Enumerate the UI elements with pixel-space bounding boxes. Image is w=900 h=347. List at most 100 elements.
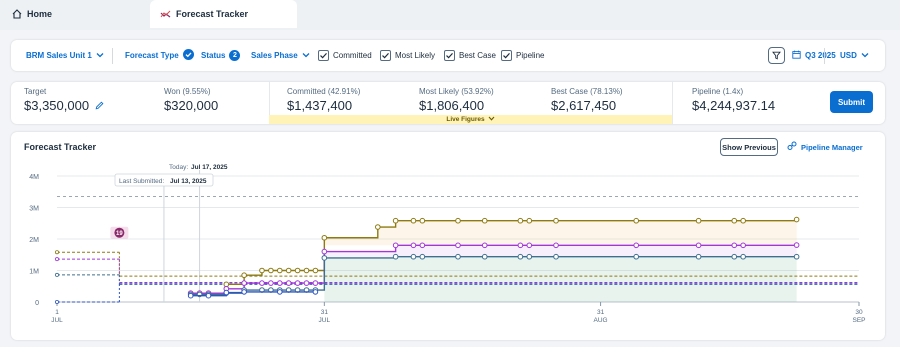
pipeline-metric: Pipeline (1.4x) $4,244,937.14 xyxy=(692,87,775,113)
best-case-checkbox-label: Best Case xyxy=(459,51,496,60)
data-point xyxy=(553,217,559,224)
data-point xyxy=(268,280,274,286)
currency-label: USD xyxy=(840,51,857,60)
x-tick-day: 31 xyxy=(321,309,329,316)
link-chain-icon xyxy=(787,141,797,153)
tab-home[interactable]: Home xyxy=(12,0,52,28)
status-filter[interactable]: Status 2 xyxy=(201,40,241,71)
data-point xyxy=(392,242,399,249)
tab-forecast-tracker[interactable]: Forecast Tracker xyxy=(150,0,297,28)
data-point xyxy=(740,242,746,249)
calendar-icon xyxy=(792,50,801,61)
submit-button[interactable]: Submit xyxy=(830,91,873,113)
y-tick-label: 4M xyxy=(29,174,39,181)
most-likely-value: $1,806,400 xyxy=(419,98,485,113)
edit-pencil-icon[interactable] xyxy=(95,98,104,113)
data-point xyxy=(481,217,488,224)
data-point xyxy=(419,253,426,260)
live-figures-toggle[interactable]: Live Figures xyxy=(269,115,672,124)
most-likely-checkbox[interactable]: Most Likely xyxy=(380,40,435,71)
checkbox-checked-icon xyxy=(444,50,455,61)
data-point xyxy=(731,217,738,224)
pipeline-manager-link[interactable]: Pipeline Manager xyxy=(787,138,863,156)
last-submitted-label: Last Submitted: xyxy=(119,178,164,185)
data-point xyxy=(410,253,417,260)
data-point xyxy=(793,216,800,223)
data-point xyxy=(633,253,640,260)
data-point xyxy=(410,242,417,249)
forecast-type-label: Forecast Type xyxy=(125,51,179,60)
y-tick-label: 3M xyxy=(29,206,39,213)
data-point xyxy=(276,289,283,295)
data-point xyxy=(553,253,559,260)
show-previous-button[interactable]: Show Previous xyxy=(720,138,778,156)
committed-metric: Committed (42.91%) $1,437,400 xyxy=(287,87,360,113)
home-icon xyxy=(12,9,22,19)
won-label: Won (9.55%) xyxy=(164,87,211,96)
data-point xyxy=(259,280,265,286)
x-tick-month: JUL xyxy=(51,317,63,324)
tab-bar: Home Forecast Tracker xyxy=(0,0,900,30)
chevron-down-icon xyxy=(302,51,310,60)
data-point xyxy=(517,253,524,260)
y-tick-label: 0 xyxy=(35,300,39,307)
currency-dropdown[interactable]: USD xyxy=(840,40,869,71)
data-point xyxy=(633,242,640,249)
data-point xyxy=(553,242,559,249)
data-point xyxy=(695,253,702,260)
data-point xyxy=(740,253,746,260)
previous-point xyxy=(55,250,60,255)
tracker-title: Forecast Tracker xyxy=(24,142,97,152)
filter-divider xyxy=(112,48,113,64)
data-point xyxy=(223,281,230,288)
committed-area xyxy=(324,256,797,302)
best-case-value: $2,617,450 xyxy=(551,98,617,113)
pipeline-checkbox[interactable]: Pipeline xyxy=(501,40,544,71)
data-point xyxy=(241,272,247,279)
best-case-metric: Best Case (78.13%) $2,617,450 xyxy=(551,87,623,113)
data-point xyxy=(223,289,230,296)
period-dropdown[interactable]: Q3 2025 xyxy=(792,40,836,71)
summary-divider xyxy=(672,82,673,124)
filter-bar: BRM Sales Unit 1 Forecast Type Status 2 … xyxy=(11,40,885,71)
most-likely-checkbox-label: Most Likely xyxy=(395,51,436,60)
committed-checkbox[interactable]: Committed xyxy=(318,40,372,71)
forecast-tracker-card: 0 1M 2M 3M 4M 1 JUL 31 JUL 31 AUG 30 SEP Today: Jul 1… xyxy=(11,132,885,340)
forecast-type-filter[interactable]: Forecast Type xyxy=(125,40,194,71)
last-submitted-date: Jul 13, 2025 xyxy=(170,178,207,185)
marker-label: 19 xyxy=(116,231,123,237)
data-point xyxy=(731,253,738,260)
sales-unit-label: BRM Sales Unit 1 xyxy=(26,51,92,60)
data-point xyxy=(526,242,533,249)
previous-point xyxy=(55,257,60,262)
filter-divider xyxy=(824,48,825,64)
x-tick-day: 30 xyxy=(855,309,863,316)
target-metric: Target $3,350,000 xyxy=(24,87,104,113)
data-point xyxy=(392,217,399,224)
data-point xyxy=(455,253,461,260)
sales-phase-label: Sales Phase xyxy=(251,51,298,60)
data-point xyxy=(268,267,274,274)
data-point xyxy=(419,217,426,224)
data-point xyxy=(455,242,461,249)
data-point xyxy=(259,267,265,274)
status-label: Status xyxy=(201,51,226,60)
chevron-down-icon xyxy=(488,116,495,123)
today-label: Today: xyxy=(169,164,188,171)
sales-unit-dropdown[interactable]: BRM Sales Unit 1 xyxy=(26,40,104,71)
data-point xyxy=(695,217,702,224)
data-point xyxy=(321,234,328,241)
data-point xyxy=(285,267,292,274)
checkbox-checked-icon xyxy=(318,50,329,61)
data-point xyxy=(633,217,640,224)
sales-phase-dropdown[interactable]: Sales Phase xyxy=(251,40,310,71)
best-case-checkbox[interactable]: Best Case xyxy=(444,40,496,71)
filter-icon xyxy=(772,47,781,65)
data-point xyxy=(793,242,800,248)
filter-button[interactable] xyxy=(768,47,785,64)
trend-icon xyxy=(160,10,171,19)
previous-point xyxy=(55,299,60,304)
data-point xyxy=(312,267,319,274)
target-label: Target xyxy=(24,87,47,96)
won-value: $320,000 xyxy=(164,98,219,113)
